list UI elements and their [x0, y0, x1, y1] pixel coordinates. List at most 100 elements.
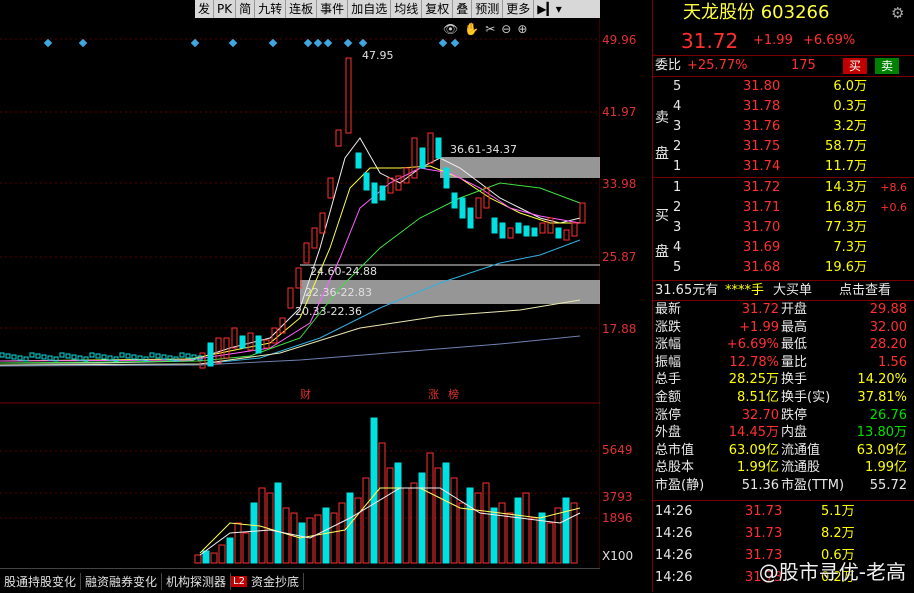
scissors-icon[interactable]: ✂ [485, 22, 501, 36]
toolbar-item[interactable]: 预测 [472, 0, 504, 18]
tick-volume: 5.1万 [821, 504, 855, 519]
stat-value: 51.36 [741, 478, 779, 493]
ask-row[interactable]: 2 31.75 58.7万 [653, 138, 914, 156]
candle [29, 352, 35, 358]
stat-label: 涨停 [655, 407, 682, 423]
bid-row[interactable]: 3 31.70 77.3万 [653, 219, 914, 237]
tick-price: 31.73 [745, 504, 783, 519]
candle [459, 197, 466, 219]
candles [0, 57, 586, 369]
stat-row: 振幅 12.78% 量比 1.56 [653, 354, 914, 372]
toolbar-item[interactable]: 九转 [255, 0, 287, 18]
volume-bar [282, 507, 290, 564]
weibi-value: +25.77% [687, 58, 748, 73]
big-order-link[interactable]: 点击查看 [839, 282, 891, 300]
ma-line-yellow [0, 165, 580, 362]
volume-bar [210, 552, 218, 564]
zoom-out-icon[interactable]: ⊖ [501, 22, 517, 36]
zoom-in-icon[interactable]: ⊕ [517, 22, 533, 36]
bid-row[interactable]: 2 31.71 16.8万 +0.6 [653, 199, 914, 217]
bid-row[interactable]: 4 31.69 7.3万 [653, 239, 914, 257]
toolbar-item[interactable]: 更多 [503, 0, 535, 18]
stat-label: 总市值 [655, 442, 695, 458]
toolbar-item[interactable]: 加自选 [348, 0, 392, 18]
event-mark[interactable]: 榜 [448, 386, 459, 402]
volume-bar [274, 482, 282, 564]
tab-institution[interactable]: 机构探测器 [162, 572, 232, 590]
ask-row[interactable]: 5 31.80 6.0万 [653, 78, 914, 96]
tick-time: 14:26 [655, 504, 693, 519]
tick-time: 14:26 [655, 570, 693, 585]
stat-row: 总手 28.25万 换手 14.20% [653, 371, 914, 389]
ask-row[interactable]: 1 31.74 11.7万 [653, 158, 914, 176]
toolbar-item[interactable]: 事件 [317, 0, 349, 18]
toolbar-item[interactable]: 均线 [391, 0, 423, 18]
volume-bar [370, 417, 378, 564]
toolbar-item[interactable]: 简 [236, 0, 256, 18]
candle [17, 355, 23, 361]
toolbar-item[interactable]: 发 [195, 0, 215, 18]
volume-bar [530, 517, 538, 564]
volume-bar [194, 554, 202, 564]
stat-label: 换手 [781, 372, 808, 388]
hand-icon[interactable]: ✋ [464, 22, 485, 36]
candle [101, 354, 107, 360]
stat-label: 金额 [655, 390, 682, 405]
candle [71, 354, 77, 360]
bid-volume: 77.3万 [825, 220, 867, 235]
stat-value: +1.99 [739, 319, 779, 335]
eye-icon[interactable]: 👁 [443, 22, 464, 36]
stat-value: 14.45万 [728, 425, 779, 441]
ask-level: 2 [673, 139, 682, 154]
candle [149, 352, 155, 358]
zone-label: 20.33-22.36 [295, 305, 362, 318]
event-mark[interactable]: 涨 [428, 386, 439, 402]
candle [507, 227, 514, 239]
buy-button[interactable]: 买 [843, 58, 867, 74]
kline-chart[interactable] [0, 18, 600, 568]
stat-label: 跌停 [781, 407, 808, 423]
volume-bar [338, 502, 346, 564]
stat-value: 29.88 [869, 302, 907, 317]
tick-row: 14:26 31.73 5.1万 [653, 503, 914, 521]
stat-value: 28.25万 [728, 372, 779, 388]
candle [35, 353, 41, 359]
ask-volume: 0.3万 [833, 99, 867, 114]
big-order-label: 大买单 [773, 283, 813, 298]
bid-level: 4 [673, 240, 682, 255]
toolbar-item[interactable]: 复权 [422, 0, 454, 18]
candle [59, 352, 65, 358]
candle [419, 147, 426, 169]
toolbar-expand-icon[interactable]: ▶▎▾ [534, 0, 564, 18]
zone-label: 24.60-24.88 [310, 265, 377, 278]
ask-row[interactable]: 4 31.78 0.3万 [653, 98, 914, 116]
candle [443, 167, 450, 189]
bid-row[interactable]: 1 31.72 14.3万 +8.6 [653, 179, 914, 197]
settings-icon[interactable]: ⚙ [891, 4, 904, 22]
stat-label: 流通股 [781, 460, 821, 476]
tick-row: 14:26 31.73 8.2万 [653, 525, 914, 543]
tab-hk-holdings[interactable]: 股通持股变化 [0, 572, 82, 590]
stat-label: 市盈(静) [655, 478, 705, 493]
candle [555, 227, 562, 239]
volume-bar [394, 462, 402, 564]
volume-bar [354, 497, 362, 564]
ask-row[interactable]: 3 31.76 3.2万 [653, 118, 914, 136]
stat-label: 流通值 [781, 442, 821, 458]
event-mark[interactable]: 财 [300, 386, 311, 402]
volume-bar [378, 442, 386, 564]
tab-bottom-fishing[interactable]: 资金抄底 [247, 572, 304, 590]
ask-price: 31.74 [743, 159, 781, 174]
price-axis-label: 25.87 [602, 250, 637, 264]
big-order-row[interactable]: 31.65元有 ****手 大买单 点击查看 [653, 282, 914, 300]
toolbar-item[interactable]: PK [214, 0, 237, 18]
toolbar-item[interactable]: 连板 [286, 0, 318, 18]
candle [563, 229, 570, 241]
sell-button[interactable]: 卖 [875, 58, 899, 74]
bid-row[interactable]: 5 31.68 19.6万 [653, 259, 914, 277]
stat-value: 1.99亿 [737, 460, 779, 476]
toolbar-item[interactable]: 叠 [453, 0, 473, 18]
tab-margin[interactable]: 融资融券变化 [81, 572, 163, 590]
stat-value: 1.99亿 [865, 460, 907, 476]
volume-axis-label: 1896 [602, 511, 633, 525]
